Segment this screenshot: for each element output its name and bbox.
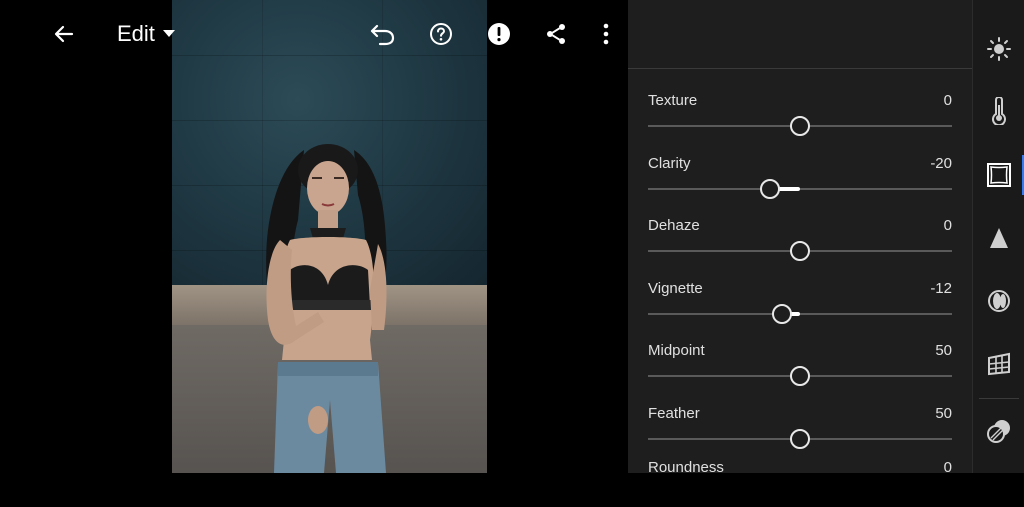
alert-icon (488, 23, 510, 45)
more-icon (603, 23, 609, 45)
slider-track[interactable] (648, 188, 952, 190)
slider-value: 50 (935, 342, 952, 359)
slider-row-roundness: Roundness 0 (648, 445, 952, 507)
mode-dropdown[interactable]: Edit (117, 20, 175, 48)
undo-icon (370, 24, 395, 46)
versions-tool[interactable] (973, 400, 1024, 462)
panel-header (628, 0, 972, 69)
geometry-tool[interactable] (973, 333, 1024, 395)
slider-label: Dehaze (648, 217, 700, 234)
caret-down-icon (162, 30, 175, 37)
alert-button[interactable] (483, 18, 515, 50)
detail-icon (990, 228, 1008, 248)
arrow-left-icon (54, 25, 74, 43)
optics-tool[interactable] (973, 270, 1024, 332)
slider-row-dehaze: Dehaze 0 (648, 203, 952, 265)
slider-label: Texture (648, 92, 698, 109)
share-button[interactable] (540, 18, 572, 50)
share-icon (547, 24, 565, 44)
help-icon (430, 23, 452, 45)
photo-subject (266, 144, 387, 473)
versions-icon (987, 420, 1010, 443)
detail-tool[interactable] (973, 207, 1024, 269)
mode-label: Edit (117, 21, 155, 46)
slider-label: Vignette (648, 280, 703, 297)
slider-knob[interactable] (790, 116, 810, 136)
slider-value: 0 (943, 459, 952, 476)
slider-label: Feather (648, 405, 700, 422)
tool-rail (972, 0, 1024, 473)
color-tool[interactable] (973, 80, 1024, 142)
slider-label: Midpoint (648, 342, 705, 359)
slider-row-feather: Feather 50 (648, 391, 952, 453)
slider-knob[interactable] (790, 366, 810, 386)
slider-knob[interactable] (771, 304, 792, 324)
slider-row-midpoint: Midpoint 50 (648, 328, 952, 390)
slider-track[interactable] (648, 313, 952, 315)
color-temperature-icon (992, 97, 1006, 125)
effects-icon (987, 163, 1011, 187)
back-button[interactable] (48, 18, 80, 50)
slider-row-vignette: Vignette -12 (648, 266, 952, 328)
slider-value: 0 (943, 217, 952, 234)
slider-value: -12 (930, 280, 952, 297)
photo-canvas[interactable] (172, 0, 487, 473)
top-toolbar: Edit (0, 0, 628, 68)
undo-button[interactable] (366, 18, 398, 50)
help-button[interactable] (425, 18, 457, 50)
slider-label: Clarity (648, 155, 691, 172)
optics-icon (988, 290, 1010, 312)
slider-knob[interactable] (759, 179, 780, 199)
slider-row-clarity: Clarity -20 (648, 141, 952, 203)
slider-knob[interactable] (790, 241, 810, 261)
rail-divider (979, 398, 1019, 399)
slider-value: -20 (930, 155, 952, 172)
more-button[interactable] (592, 18, 620, 50)
slider-label: Roundness (648, 459, 724, 476)
slider-value: 0 (943, 92, 952, 109)
light-tool[interactable] (973, 18, 1024, 80)
slider-row-texture: Texture 0 (648, 78, 952, 140)
light-icon (987, 37, 1011, 61)
effects-panel: Texture 0 Clarity -20 Dehaze 0 Vignette … (628, 0, 972, 476)
effects-tool[interactable] (973, 144, 1024, 206)
geometry-icon (988, 352, 1010, 376)
slider-value: 50 (935, 405, 952, 422)
